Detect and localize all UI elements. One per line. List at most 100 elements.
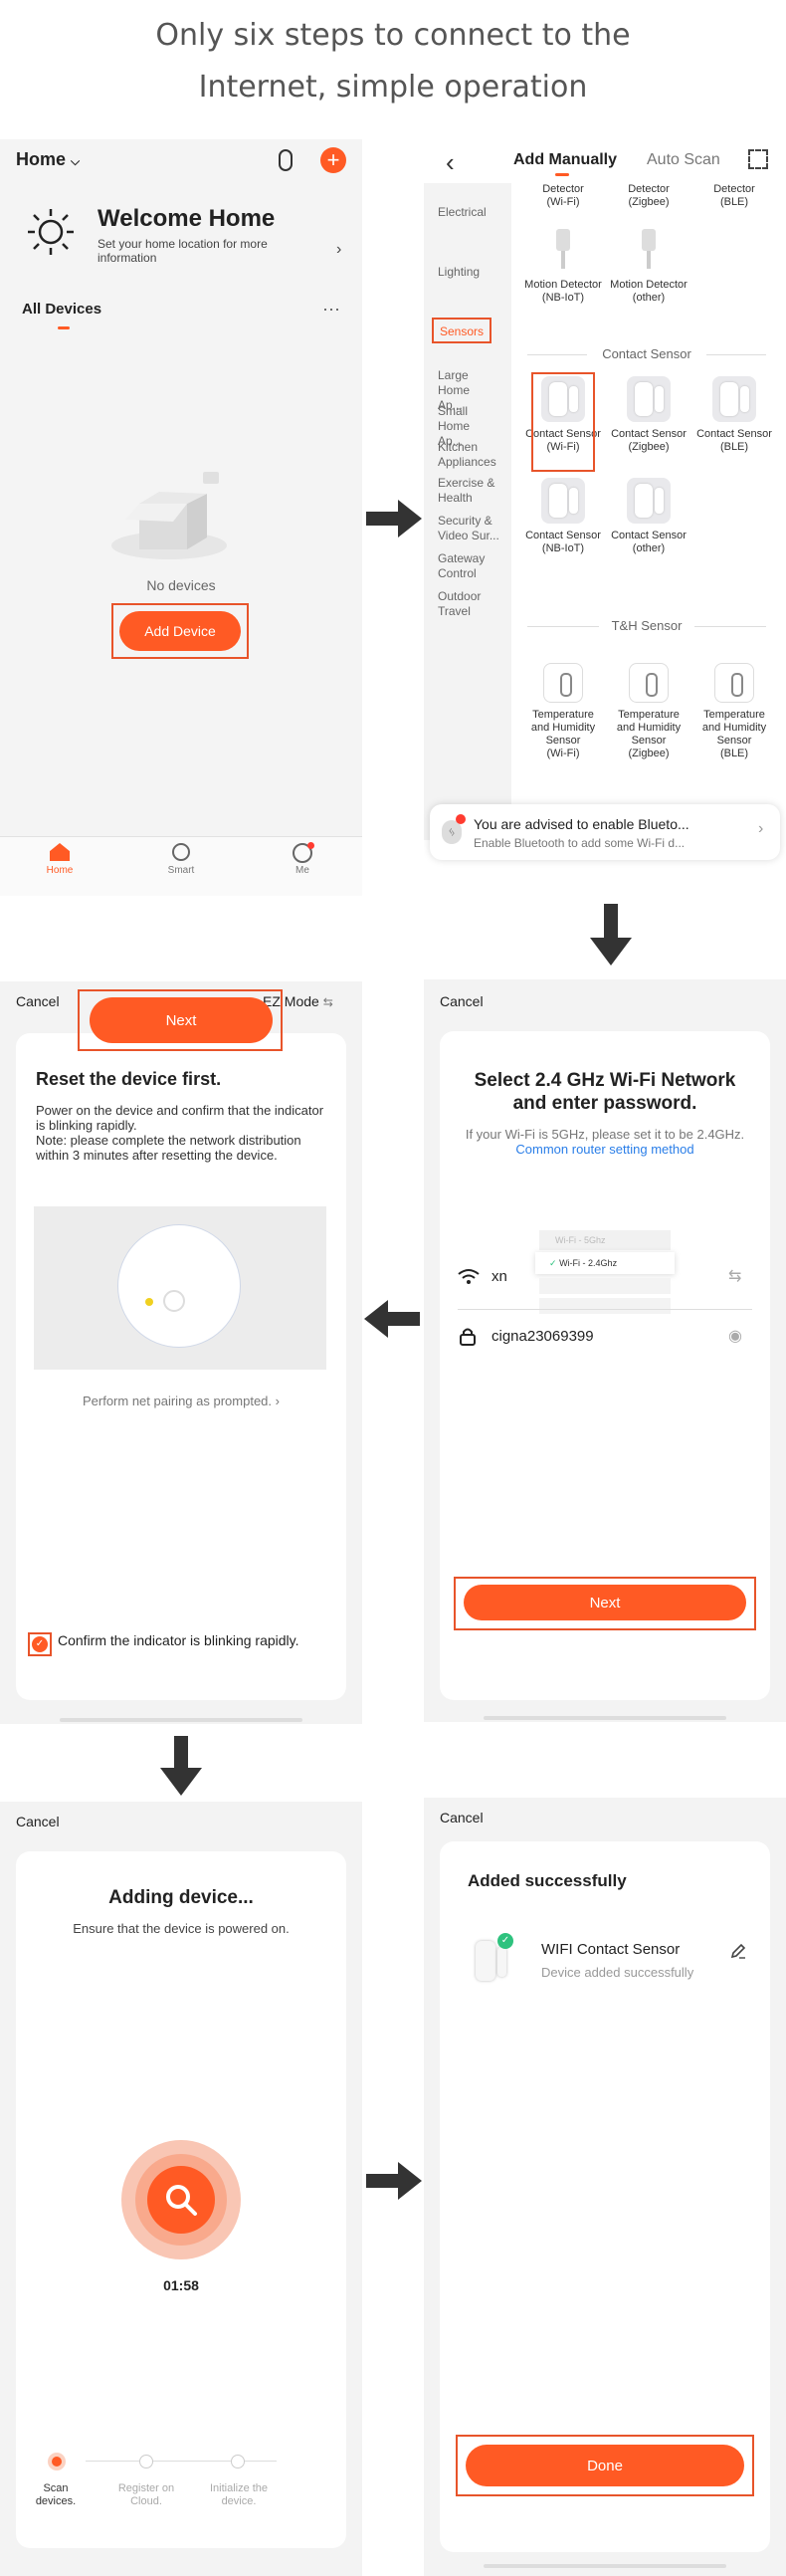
home-label: Home: [16, 149, 67, 169]
device-name: Detector: [628, 183, 670, 195]
category-sidebar: Electrical Lighting Sensors Large Home A…: [424, 183, 511, 840]
device-detector-zigbee[interactable]: Detector (Zigbee): [609, 183, 688, 209]
contact-sensor-icon: [627, 376, 671, 422]
tab-underline: [58, 326, 70, 329]
device-sub: (BLE): [719, 196, 749, 208]
device-contact-nbiot[interactable]: Contact Sensor (NB-IoT): [523, 478, 603, 555]
wifi-signal-icon: [458, 1269, 480, 1284]
cancel-button[interactable]: Cancel: [16, 1814, 60, 1829]
back-icon[interactable]: ‹: [446, 147, 455, 178]
reset-description: Power on the device and confirm that the…: [36, 1103, 324, 1163]
home-icon: [50, 843, 70, 861]
device-name: Contact Sensor: [696, 428, 772, 440]
device-th-zigbee[interactable]: Temperature and Humidity Sensor (Zigbee): [609, 663, 688, 760]
tab-add-manually[interactable]: Add Manually: [513, 151, 617, 169]
category-kitchen[interactable]: Kitchen Appliances: [424, 440, 509, 470]
net-pairing-link[interactable]: Perform net pairing as prompted. ›: [16, 1394, 346, 1408]
net-pairing-label: Perform net pairing as prompted.: [82, 1394, 273, 1408]
arrow-right-icon: [366, 2160, 422, 2202]
sensor-magnet: [497, 1947, 506, 1977]
home-selector[interactable]: Home ⌵: [16, 149, 80, 170]
home-indicator: [484, 1716, 726, 1720]
device-name: Detector: [542, 183, 584, 195]
arrow-down-icon: [160, 1736, 202, 1796]
screen-adding-device: Cancel Adding device... Ensure that the …: [0, 1802, 362, 2576]
chevron-right-icon[interactable]: ›: [336, 241, 341, 259]
category-gateway[interactable]: Gateway Control: [424, 551, 493, 581]
bluetooth-sub: Enable Bluetooth to add some Wi-Fi d...: [474, 836, 686, 850]
motion-detector-icon: [634, 229, 664, 273]
device-name: Motion Detector: [524, 279, 602, 291]
device-detector-ble[interactable]: Detector (BLE): [694, 183, 774, 209]
welcome-subtitle[interactable]: Set your home location for more informat…: [98, 237, 287, 265]
empty-box-icon: [107, 464, 227, 563]
bluetooth-banner[interactable]: ᛃ You are advised to enable Blueto... En…: [430, 804, 780, 860]
next-highlight: [454, 1577, 756, 1630]
nav-home[interactable]: Home: [30, 843, 90, 876]
sun-icon: [26, 207, 76, 257]
microphone-icon[interactable]: [279, 149, 293, 171]
switch-network-icon[interactable]: ⇆: [728, 1266, 741, 1286]
cancel-button[interactable]: Cancel: [440, 993, 484, 1009]
device-motion-nbiot[interactable]: Motion Detector (NB-IoT): [523, 229, 603, 305]
eye-icon[interactable]: ◉: [728, 1326, 742, 1346]
contact-sensor-icon: [627, 478, 671, 524]
user-icon: [293, 842, 314, 863]
device-detector-wifi[interactable]: Detector (Wi-Fi): [523, 183, 603, 209]
step-scan-label: Scan devices.: [35, 2482, 77, 2507]
device-th-wifi[interactable]: Temperature and Humidity Sensor (Wi-Fi): [523, 663, 603, 760]
edit-pencil-icon[interactable]: [730, 1943, 746, 1959]
tab-underline: [555, 173, 569, 176]
scan-icon[interactable]: [748, 149, 768, 169]
device-sub: (Wi-Fi): [546, 748, 580, 759]
divider: [527, 354, 587, 355]
motion-detector-icon: [548, 229, 578, 273]
step-register-label: Register on Cloud.: [117, 2482, 175, 2507]
wifi-5g-row: Wi-Fi - 5Ghz: [539, 1230, 671, 1250]
device-contact-ble[interactable]: Contact Sensor (BLE): [694, 376, 774, 454]
device-sub: (Wi-Fi): [546, 196, 580, 208]
wifi-hint-text: If your Wi-Fi is 5GHz, please set it to …: [465, 1127, 745, 1142]
device-contact-zigbee[interactable]: Contact Sensor (Zigbee): [609, 376, 688, 454]
wifi-row[interactable]: xn ⇆: [458, 1264, 752, 1310]
cancel-button[interactable]: Cancel: [16, 993, 60, 1009]
category-exercise[interactable]: Exercise & Health: [424, 476, 499, 506]
category-outdoor[interactable]: Outdoor Travel: [424, 589, 493, 619]
switch-icon: ⇆: [322, 995, 333, 1009]
category-security[interactable]: Security & Video Sur...: [424, 514, 499, 543]
device-contact-other[interactable]: Contact Sensor (other): [609, 478, 688, 555]
adding-title: Adding device...: [108, 1887, 254, 1908]
cancel-button[interactable]: Cancel: [440, 1810, 484, 1825]
add-plus-icon[interactable]: +: [320, 147, 346, 173]
device-motion-other[interactable]: Motion Detector (other): [609, 229, 688, 305]
wifi-title: Select 2.4 GHz Wi-Fi Network and enter p…: [474, 1070, 736, 1114]
adding-subtitle: Ensure that the device is powered on.: [73, 1921, 290, 1936]
nav-me[interactable]: Me: [273, 842, 332, 876]
screen-wifi: Cancel Select 2.4 GHz Wi-Fi Network and …: [424, 979, 786, 1722]
more-icon[interactable]: ···: [322, 299, 340, 320]
device-name: Contact Sensor: [611, 428, 687, 440]
nav-smart[interactable]: Smart: [151, 843, 211, 876]
device-sub: (other): [632, 542, 666, 554]
next-highlight: [78, 989, 283, 1051]
countdown-timer: 01:58: [163, 2277, 199, 2293]
category-electrical[interactable]: Electrical: [424, 205, 511, 220]
step-dot-core: [52, 2457, 62, 2467]
sensor-body: [476, 1941, 495, 1981]
contact-wifi-highlight: [531, 372, 595, 472]
router-setting-link[interactable]: Common router setting method: [515, 1142, 693, 1157]
screen-add-manually: ‹ Add Manually Auto Scan Electrical Ligh…: [424, 139, 786, 876]
device-sub: (NB-IoT): [541, 542, 585, 554]
password-row[interactable]: cigna23069399 ◉: [458, 1326, 752, 1360]
device-name: WIFI Contact Sensor: [541, 1941, 681, 1958]
device-th-ble[interactable]: Temperature and Humidity Sensor (BLE): [694, 663, 774, 760]
password-value: cigna23069399: [491, 1328, 594, 1345]
thermometer-icon: [629, 663, 669, 703]
badge-dot: [456, 814, 466, 824]
screen-home: Home ⌵ + Welcome Home Set your home loca…: [0, 139, 362, 896]
category-lighting[interactable]: Lighting: [424, 265, 511, 280]
bluetooth-title: You are advised to enable Blueto...: [474, 816, 689, 832]
tab-auto-scan[interactable]: Auto Scan: [647, 151, 720, 169]
confirm-label[interactable]: Confirm the indicator is blinking rapidl…: [58, 1632, 306, 1649]
all-devices-tab[interactable]: All Devices: [22, 301, 101, 318]
